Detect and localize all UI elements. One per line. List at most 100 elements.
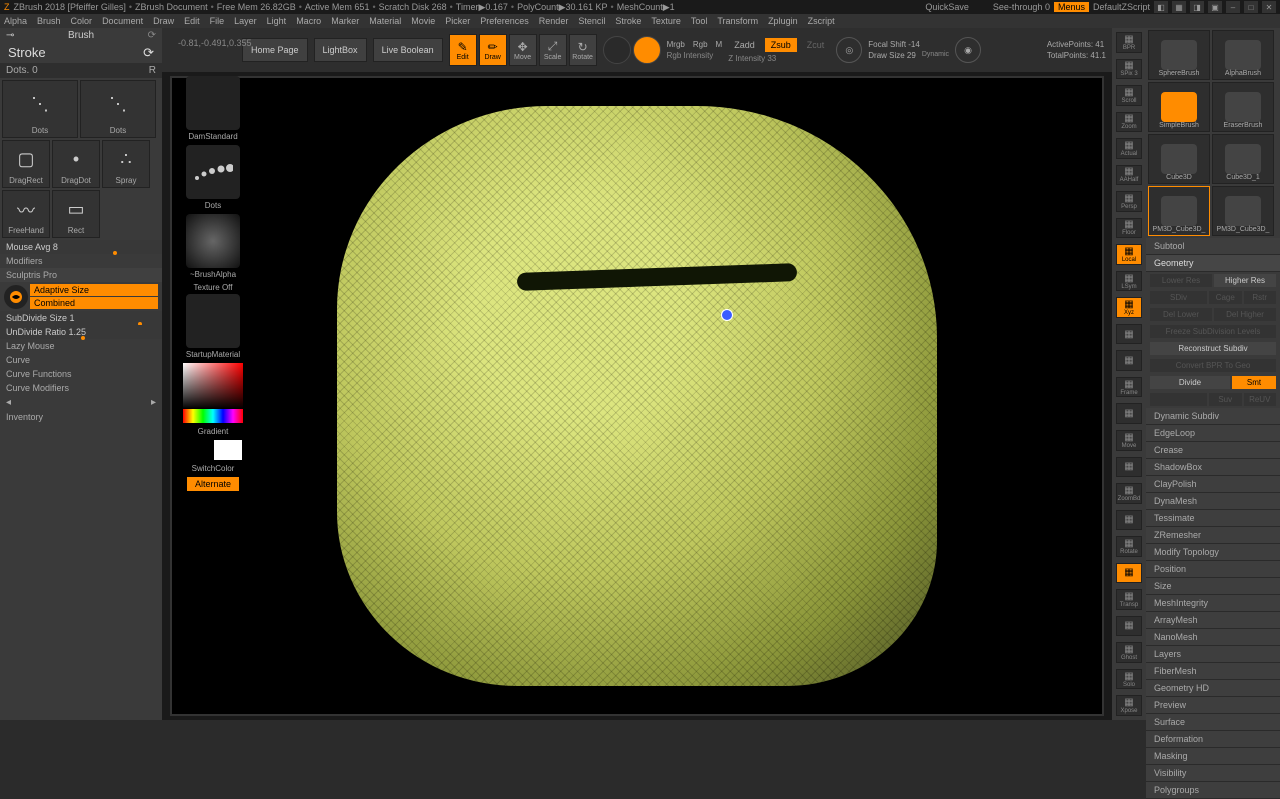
icon-11-icon[interactable]: ▦ (1116, 324, 1142, 345)
nanomesh-section[interactable]: NanoMesh (1146, 629, 1280, 646)
zsub-button[interactable]: Zsub (765, 38, 797, 52)
convert-bpr-button[interactable]: Convert BPR To Geo (1150, 359, 1276, 372)
icon-14-icon[interactable]: ▦ (1116, 403, 1142, 424)
rgb-intensity-slider[interactable]: Rgb Intensity (667, 51, 723, 60)
brush-cube3d_1[interactable]: Cube3D_1 (1212, 134, 1274, 184)
m-button[interactable]: M (716, 40, 723, 49)
stroke-collapse-icon[interactable]: ⟳ (143, 45, 154, 61)
pin-icon[interactable]: ⊸ (6, 30, 14, 41)
lsym-icon[interactable]: ▦LSym (1116, 271, 1142, 292)
freeze-button[interactable]: Freeze SubDivision Levels (1150, 325, 1276, 338)
curve-section[interactable]: Curve (0, 353, 162, 367)
menu-material[interactable]: Material (369, 16, 401, 26)
menu-light[interactable]: Light (267, 16, 287, 26)
menu-color[interactable]: Color (71, 16, 93, 26)
inventory-section[interactable]: Inventory (0, 410, 162, 424)
menu-preferences[interactable]: Preferences (480, 16, 529, 26)
scroll-icon[interactable]: ▦Scroll (1116, 85, 1142, 106)
brush-eraserbrush[interactable]: EraserBrush (1212, 82, 1274, 132)
menu-layer[interactable]: Layer (234, 16, 257, 26)
modify-topology-section[interactable]: Modify Topology (1146, 544, 1280, 561)
position-section[interactable]: Position (1146, 561, 1280, 578)
cage-button[interactable]: Cage (1209, 291, 1242, 304)
subtool-section[interactable]: Subtool (1146, 238, 1280, 255)
stroke-freehand[interactable]: 〰FreeHand (2, 190, 50, 238)
geometry-section[interactable]: Geometry (1146, 255, 1280, 272)
minimize-icon[interactable]: – (1226, 1, 1240, 13)
viewport-canvas[interactable] (170, 76, 1104, 716)
xpose-icon[interactable]: ▦Xpose (1116, 695, 1142, 716)
rstr-button[interactable]: Rstr (1244, 291, 1277, 304)
maximize-icon[interactable]: □ (1244, 1, 1258, 13)
adaptive-size-button[interactable]: Adaptive Size (30, 284, 158, 296)
reuv-button[interactable]: ReUV (1244, 393, 1277, 406)
draw-gizmo[interactable]: ✏Draw (479, 34, 507, 66)
menu-render[interactable]: Render (539, 16, 569, 26)
xyz-icon[interactable]: ▦Xyz (1116, 297, 1142, 318)
fibermesh-section[interactable]: FiberMesh (1146, 663, 1280, 680)
icon-18-icon[interactable]: ▦ (1116, 510, 1142, 531)
lower-res-button[interactable]: Lower Res (1150, 274, 1212, 287)
sculptris-section[interactable]: Sculptris Pro (0, 268, 162, 282)
zremesher-section[interactable]: ZRemesher (1146, 527, 1280, 544)
z-intensity-slider[interactable]: Z Intensity 33 (728, 54, 830, 63)
default-zscript[interactable]: DefaultZScript (1093, 2, 1150, 12)
focal-icon[interactable]: ◎ (836, 37, 862, 63)
dynamesh-section[interactable]: DynaMesh (1146, 493, 1280, 510)
scale-gizmo[interactable]: ⤢Scale (539, 34, 567, 66)
combined-button[interactable]: Combined (30, 297, 158, 309)
suv-button[interactable]: Suv (1209, 393, 1242, 406)
close-icon[interactable]: ✕ (1262, 1, 1276, 13)
edgeloop-section[interactable]: EdgeLoop (1146, 425, 1280, 442)
zoom-icon[interactable]: ▦Zoom (1116, 112, 1142, 133)
rgb-button[interactable]: Rgb (693, 40, 708, 49)
rotate-icon[interactable]: ▦Rotate (1116, 536, 1142, 557)
alpha-preview[interactable]: ~BrushAlpha (183, 214, 243, 279)
mesh-object[interactable] (337, 106, 937, 686)
curve-modifiers-section[interactable]: Curve Modifiers (0, 381, 162, 395)
menu-brush[interactable]: Brush (37, 16, 61, 26)
alternate-button[interactable]: Alternate (187, 477, 239, 491)
meshintegrity-section[interactable]: MeshIntegrity (1146, 595, 1280, 612)
floor-icon[interactable]: ▦Floor (1116, 218, 1142, 239)
move-icon[interactable]: ▦Move (1116, 430, 1142, 451)
menu-zscript[interactable]: Zscript (808, 16, 835, 26)
menu-draw[interactable]: Draw (153, 16, 174, 26)
menu-macro[interactable]: Macro (296, 16, 321, 26)
geometry-hd-section[interactable]: Geometry HD (1146, 680, 1280, 697)
preview-section[interactable]: Preview (1146, 697, 1280, 714)
left-arrow-icon[interactable]: ◂ (6, 397, 11, 408)
brush-pm3d_cube3d_[interactable]: PM3D_Cube3D_ (1148, 186, 1210, 236)
brush-pm3d_cube3d_[interactable]: PM3D_Cube3D_ (1212, 186, 1274, 236)
surface-section[interactable]: Surface (1146, 714, 1280, 731)
smt-button[interactable]: Smt (1232, 376, 1276, 389)
persp-icon[interactable]: ▦Persp (1116, 191, 1142, 212)
right-arrow-icon[interactable]: ▸ (151, 397, 156, 408)
stroke-preview[interactable]: Dots (183, 145, 243, 210)
menu-edit[interactable]: Edit (184, 16, 200, 26)
menu-stroke[interactable]: Stroke (615, 16, 641, 26)
zadd-button[interactable]: Zadd (728, 38, 761, 52)
bpr-icon[interactable]: ▦BPR (1116, 32, 1142, 53)
size-icon[interactable]: ◉ (955, 37, 981, 63)
del-lower-button[interactable]: Del Lower (1150, 308, 1212, 321)
color-picker[interactable] (183, 363, 243, 423)
menu-document[interactable]: Document (102, 16, 143, 26)
polygroups-section[interactable]: Polygroups (1146, 782, 1280, 799)
menu-texture[interactable]: Texture (651, 16, 681, 26)
tessimate-section[interactable]: Tessimate (1146, 510, 1280, 527)
menu-file[interactable]: File (210, 16, 225, 26)
frame-icon[interactable]: ▦Frame (1116, 377, 1142, 398)
menu-transform[interactable]: Transform (717, 16, 758, 26)
move-gizmo[interactable]: ✥Move (509, 34, 537, 66)
shadowbox-section[interactable]: ShadowBox (1146, 459, 1280, 476)
lightbox-button[interactable]: LightBox (314, 38, 367, 62)
icon-12-icon[interactable]: ▦ (1116, 350, 1142, 371)
dynamic-subdiv-section[interactable]: Dynamic Subdiv (1146, 408, 1280, 425)
sculptris-toggle[interactable] (4, 285, 28, 309)
brush-preview[interactable]: DamStandard (183, 76, 243, 141)
rotate-gizmo[interactable]: ↻Rotate (569, 34, 597, 66)
zcut-button[interactable]: Zcut (801, 38, 831, 52)
quicksave-button[interactable]: QuickSave (925, 2, 969, 12)
crease-section[interactable]: Crease (1146, 442, 1280, 459)
